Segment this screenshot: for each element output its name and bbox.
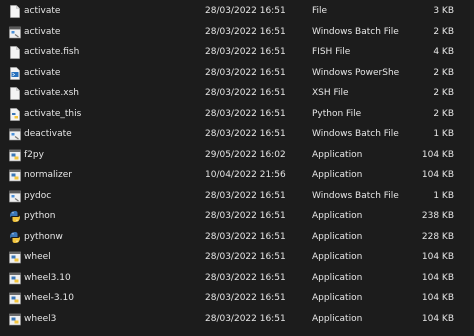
file-type: Windows Batch File: [312, 190, 399, 201]
file-name: activate: [24, 6, 61, 16]
file-icon: [9, 5, 21, 18]
file-size: 228 KB: [421, 231, 454, 242]
list-item[interactable]: activate 28/03/2022 16:51 Windows Batch …: [0, 22, 474, 43]
batch-file-icon: [9, 26, 21, 39]
file-size: 2 KB: [433, 67, 454, 78]
file-name: wheel: [24, 252, 51, 262]
powershell-file-icon: [9, 66, 21, 80]
list-item[interactable]: python 28/03/2022 16:51 Application 238 …: [0, 206, 474, 227]
file-date-modified: 29/05/2022 16:02: [205, 149, 286, 160]
list-item[interactable]: pythonw 28/03/2022 16:51 Application 228…: [0, 227, 474, 248]
file-name: pydoc: [24, 190, 52, 201]
file-size: 104 KB: [421, 313, 454, 324]
list-item[interactable]: f2py 29/05/2022 16:02 Application 104 KB: [0, 145, 474, 166]
list-item[interactable]: wheel3 28/03/2022 16:51 Application 104 …: [0, 309, 474, 330]
file-date-modified: 28/03/2022 16:51: [205, 47, 286, 57]
file-type: Windows PowerShell ...: [312, 67, 400, 78]
file-size: 2 KB: [433, 26, 454, 37]
file-date-modified: 28/03/2022 16:51: [205, 211, 286, 221]
file-date-modified: 28/03/2022 16:51: [205, 190, 286, 201]
file-name: activate: [24, 26, 61, 37]
file-type: FISH File: [312, 47, 351, 57]
file-date-modified: 28/03/2022 16:51: [205, 272, 286, 283]
file-type: Application: [312, 170, 363, 180]
file-size: 104 KB: [421, 149, 454, 160]
file-date-modified: 28/03/2022 16:51: [205, 88, 286, 98]
python-app-icon: [9, 169, 21, 182]
file-size: 238 KB: [421, 211, 454, 221]
file-name: normalizer: [24, 170, 72, 180]
python-app-icon: [9, 272, 21, 285]
list-item[interactable]: activate 28/03/2022 16:51 Windows PowerS…: [0, 63, 474, 84]
python-exe-icon: [9, 231, 21, 244]
list-item[interactable]: deactivate 28/03/2022 16:51 Windows Batc…: [0, 124, 474, 145]
file-list: activate 28/03/2022 16:51 File 3 KB acti…: [0, 1, 474, 329]
batch-file-icon: [9, 128, 21, 141]
file-type: Python File: [312, 108, 362, 119]
file-size: 104 KB: [421, 170, 454, 180]
file-type: Application: [312, 293, 363, 303]
file-size: 1 KB: [433, 129, 454, 139]
file-name: wheel-3.10: [24, 293, 74, 303]
file-type: Application: [312, 252, 363, 262]
file-size: 4 KB: [433, 47, 454, 57]
file-name: deactivate: [24, 129, 72, 139]
file-date-modified: 28/03/2022 16:51: [205, 108, 286, 119]
list-item[interactable]: wheel 28/03/2022 16:51 Application 104 K…: [0, 247, 474, 268]
file-type: Application: [312, 211, 363, 221]
file-type: Application: [312, 272, 363, 283]
file-date-modified: 28/03/2022 16:51: [205, 293, 286, 303]
file-name: activate_this: [24, 108, 82, 119]
python-app-icon: [9, 292, 21, 305]
file-type: File: [312, 6, 328, 16]
file-date-modified: 28/03/2022 16:51: [205, 313, 286, 324]
file-name: python: [24, 211, 56, 221]
file-date-modified: 28/03/2022 16:51: [205, 67, 286, 78]
file-name: wheel3.10: [24, 272, 71, 283]
file-type: Application: [312, 231, 363, 242]
list-item[interactable]: normalizer 10/04/2022 21:56 Application …: [0, 165, 474, 186]
python-app-icon: [9, 149, 21, 162]
file-date-modified: 28/03/2022 16:51: [205, 6, 286, 16]
file-name: activate: [24, 67, 61, 78]
list-item[interactable]: pydoc 28/03/2022 16:51 Windows Batch Fil…: [0, 186, 474, 207]
python-app-icon: [9, 251, 21, 264]
file-date-modified: 28/03/2022 16:51: [205, 252, 286, 262]
list-item[interactable]: activate 28/03/2022 16:51 File 3 KB: [0, 1, 474, 22]
file-size: 1 KB: [433, 190, 454, 201]
batch-file-icon: [9, 190, 21, 203]
python-app-icon: [9, 313, 21, 326]
file-size: 104 KB: [421, 252, 454, 262]
file-type: XSH File: [312, 88, 349, 98]
list-item[interactable]: wheel-3.10 28/03/2022 16:51 Application …: [0, 288, 474, 309]
list-item[interactable]: wheel3.10 28/03/2022 16:51 Application 1…: [0, 268, 474, 289]
list-item[interactable]: activate_this 28/03/2022 16:51 Python Fi…: [0, 104, 474, 125]
file-size: 104 KB: [421, 272, 454, 283]
file-name: f2py: [24, 149, 44, 160]
file-date-modified: 10/04/2022 21:56: [205, 170, 286, 180]
file-date-modified: 28/03/2022 16:51: [205, 129, 286, 139]
python-file-icon: [9, 107, 21, 121]
file-name: wheel3: [24, 313, 57, 324]
file-size: 3 KB: [433, 6, 454, 16]
python-exe-icon: [9, 210, 21, 223]
file-name: pythonw: [24, 231, 63, 242]
file-type: Windows Batch File: [312, 26, 399, 37]
file-date-modified: 28/03/2022 16:51: [205, 231, 286, 242]
file-date-modified: 28/03/2022 16:51: [205, 26, 286, 37]
file-size: 2 KB: [433, 108, 454, 119]
file-type: Windows Batch File: [312, 129, 399, 139]
file-icon: [9, 87, 21, 100]
file-size: 104 KB: [421, 293, 454, 303]
file-size: 2 KB: [433, 88, 454, 98]
list-item[interactable]: activate.fish 28/03/2022 16:51 FISH File…: [0, 42, 474, 63]
scrollbar[interactable]: [470, 0, 474, 336]
file-name: activate.fish: [24, 47, 80, 57]
file-type: Application: [312, 313, 363, 324]
file-icon: [9, 46, 21, 59]
file-name: activate.xsh: [24, 88, 79, 98]
list-item[interactable]: activate.xsh 28/03/2022 16:51 XSH File 2…: [0, 83, 474, 104]
file-type: Application: [312, 149, 363, 160]
